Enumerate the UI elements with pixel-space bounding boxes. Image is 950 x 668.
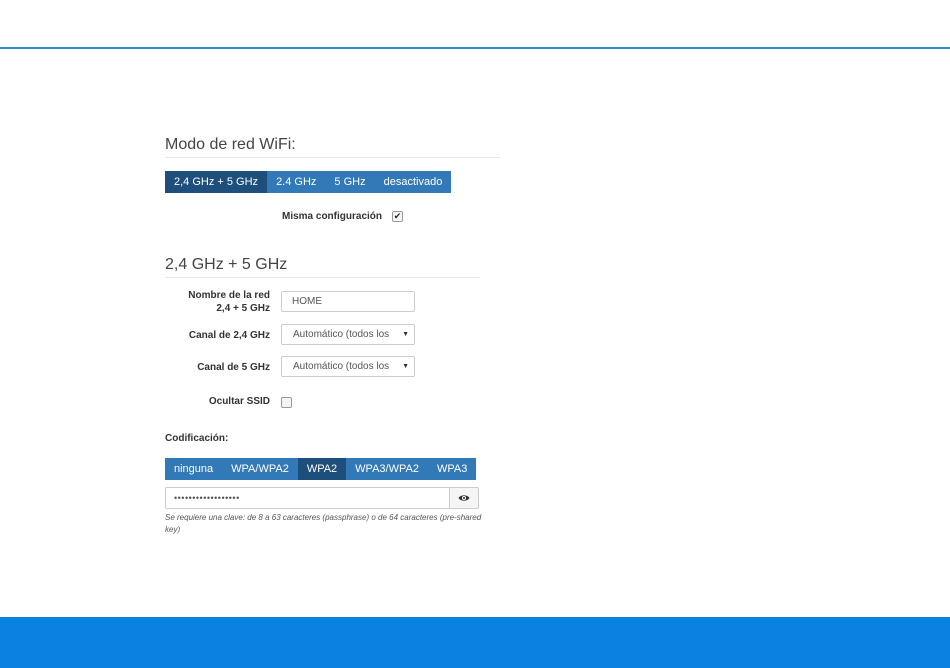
channel-24-label: Canal de 2,4 GHz: [188, 330, 270, 341]
encryption-wpa2-button[interactable]: WPA2: [297, 458, 347, 480]
chevron-down-icon: ▼: [402, 363, 409, 370]
encryption-wpa-wpa2-button[interactable]: WPA/WPA2: [222, 458, 298, 480]
encryption-wpa3-wpa2-button[interactable]: WPA3/WPA2: [346, 458, 428, 480]
password-hint: Se requiere una clave: de 8 a 63 caracte…: [165, 513, 482, 534]
hide-ssid-checkbox[interactable]: [281, 397, 292, 408]
password-input[interactable]: ••••••••••••••••••: [165, 487, 449, 509]
chevron-down-icon: ▼: [402, 331, 409, 338]
channel-24-value: Automático (todos los: [293, 329, 390, 340]
footer-bar: [0, 617, 950, 668]
channel-5-label: Canal de 5 GHz: [197, 362, 270, 373]
network-name-label-line1: Nombre de la red: [188, 290, 270, 301]
wifi-mode-dual-band-button[interactable]: 2,4 GHz + 5 GHz: [165, 171, 268, 193]
encryption-label: Codificación:: [165, 433, 229, 444]
encryption-selector: ninguna WPA/WPA2 WPA2 WPA3/WPA2 WPA3: [165, 458, 477, 480]
wifi-mode-5ghz-button[interactable]: 5 GHz: [325, 171, 375, 193]
channel-5-value: Automático (todos los: [293, 361, 390, 372]
show-password-button[interactable]: [449, 487, 479, 509]
encryption-wpa3-button[interactable]: WPA3: [427, 458, 477, 480]
same-config-label: Misma configuración: [281, 211, 382, 222]
encryption-none-button[interactable]: ninguna: [165, 458, 223, 480]
same-config-checkbox[interactable]: ✔: [392, 211, 403, 222]
channel-5-select[interactable]: Automático (todos los ▼: [281, 356, 415, 377]
header-divider: [0, 47, 950, 49]
wifi-mode-selector: 2,4 GHz + 5 GHz 2.4 GHz 5 GHz desactivad…: [165, 171, 452, 193]
wifi-mode-off-button[interactable]: desactivado: [374, 171, 452, 193]
network-name-label-line2: 2,4 + 5 GHz: [216, 303, 270, 314]
hide-ssid-label: Ocultar SSID: [208, 396, 270, 407]
wifi-mode-divider: [165, 157, 500, 158]
wifi-mode-title: Modo de red WiFi:: [165, 136, 296, 153]
band-section-title: 2,4 GHz + 5 GHz: [165, 256, 288, 273]
eye-icon: [458, 495, 470, 501]
channel-24-select[interactable]: Automático (todos los ▼: [281, 324, 415, 345]
network-name-input[interactable]: [281, 291, 415, 312]
network-name-label: Nombre de la red 2,4 + 5 GHz: [160, 289, 270, 315]
wifi-mode-24ghz-button[interactable]: 2.4 GHz: [267, 171, 326, 193]
band-section-divider: [165, 277, 480, 278]
